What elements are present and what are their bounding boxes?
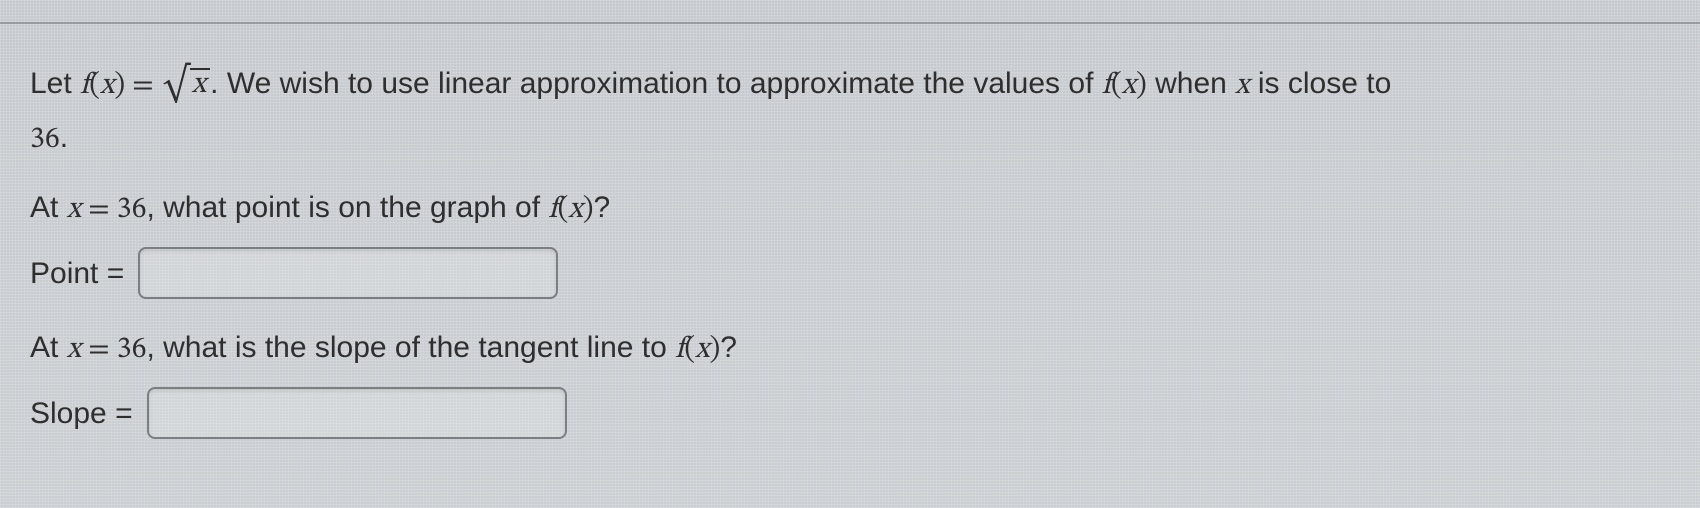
q2-mid: , what is the slope of the tangent line … (146, 331, 675, 364)
q1-qmark: ? (593, 191, 610, 224)
a-value: 36 (30, 125, 60, 155)
question-2: At x = 36, what is the slope of the tang… (30, 325, 1700, 373)
q1-mid: , what point is on the graph of (146, 191, 548, 224)
intro-paragraph: Let f(x) = √x. We wish to use linear app… (30, 60, 1700, 111)
q2-qmark: ? (720, 331, 737, 364)
problem-body: Let f(x) = √x. We wish to use linear app… (30, 60, 1700, 465)
fx-ref: f(x) (1102, 71, 1147, 101)
q2-fx: f(x) (675, 335, 720, 365)
q1-prefix: At (30, 191, 67, 224)
intro-text-suffix: when (1147, 67, 1235, 100)
a-value-line: 36. (30, 115, 1700, 163)
intro-text-mid: . We wish to use linear approximation to… (210, 67, 1102, 100)
q2-prefix: At (30, 331, 67, 364)
point-input[interactable] (138, 247, 558, 299)
period: . (60, 121, 68, 154)
horizontal-rule (0, 22, 1700, 24)
q1-fx: f(x) (548, 195, 593, 225)
slope-input[interactable] (147, 387, 567, 439)
intro-text-end: is close to (1250, 67, 1392, 100)
fx-def: f(x) = √x (80, 71, 210, 101)
q2-xeq: x = 36 (67, 335, 147, 365)
intro-text: Let (30, 67, 80, 100)
answer-row-point: Point = (30, 247, 1700, 299)
question-1: At x = 36, what point is on the graph of… (30, 185, 1700, 233)
x-var: x (1235, 71, 1249, 101)
answer-row-slope: Slope = (30, 387, 1700, 439)
slope-label: Slope = (30, 391, 133, 436)
q1-xeq: x = 36 (67, 195, 147, 225)
point-label: Point = (30, 251, 124, 296)
